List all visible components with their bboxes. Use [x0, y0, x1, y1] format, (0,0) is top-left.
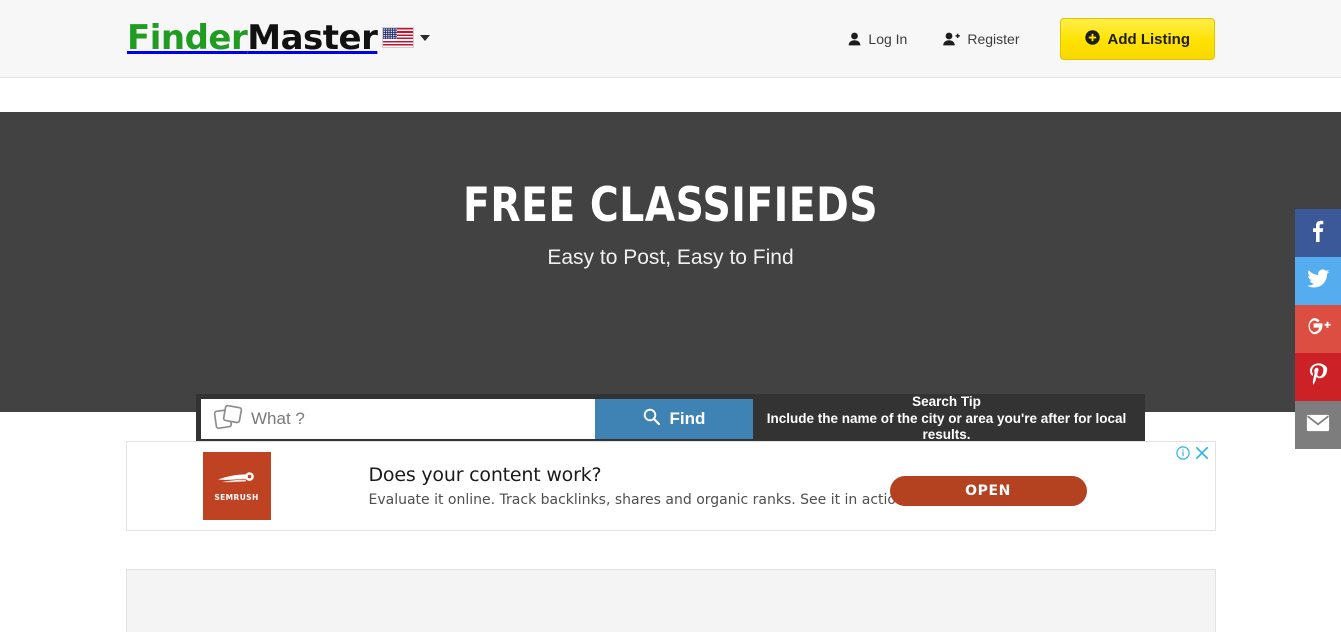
adchoices-info-icon[interactable]	[1175, 446, 1190, 465]
ad-copy: Does your content work? Evaluate it onli…	[369, 464, 911, 508]
chevron-down-icon	[420, 34, 430, 41]
add-listing-button[interactable]: Add Listing	[1059, 18, 1215, 60]
login-label: Log In	[868, 31, 908, 47]
search-bar: Find Search Tip Include the name of the …	[196, 394, 1145, 444]
google-plus-icon	[1305, 317, 1331, 341]
login-link[interactable]: Log In	[830, 31, 925, 47]
ad-open-button[interactable]: OPEN	[889, 476, 1087, 506]
twitter-icon	[1306, 269, 1330, 293]
us-flag-icon	[382, 27, 414, 48]
logo-primary-text: Finder	[127, 18, 248, 58]
user-plus-icon	[943, 32, 961, 46]
ad-description: Evaluate it online. Track backlinks, sha…	[368, 492, 911, 508]
user-icon	[848, 32, 861, 46]
envelope-icon	[1306, 414, 1330, 437]
ad-headline: Does your content work?	[368, 464, 602, 486]
search-field-container[interactable]	[201, 399, 595, 439]
add-listing-label: Add Listing	[1107, 30, 1191, 48]
cards-icon	[213, 403, 243, 435]
hero-title: FREE CLASSIFIEDS	[462, 178, 879, 233]
header-nav: Log In Register Add Listing	[830, 0, 1215, 78]
header-gap-strip	[0, 78, 1341, 112]
city-region-panel: Choose a city or region	[125, 569, 1216, 632]
register-link[interactable]: Register	[925, 31, 1037, 47]
share-twitter-button[interactable]	[1295, 257, 1341, 305]
search-input[interactable]	[251, 400, 595, 438]
pinterest-icon	[1309, 363, 1328, 391]
search-tip-text: Include the name of the city or area you…	[766, 410, 1127, 443]
share-pinterest-button[interactable]	[1295, 353, 1341, 401]
search-icon	[643, 408, 660, 430]
search-tip: Search Tip Include the name of the city …	[753, 394, 1140, 443]
facebook-icon	[1312, 220, 1324, 247]
find-button-label: Find	[669, 409, 706, 428]
share-email-button[interactable]	[1295, 401, 1341, 449]
ad-banner[interactable]: SEMRUSH Does your content work? Evaluate…	[125, 441, 1216, 531]
hero-subtitle: Easy to Post, Easy to Find	[547, 246, 794, 269]
close-icon[interactable]	[1195, 446, 1209, 465]
site-header: FinderMaster Log In Register Add Listing	[0, 0, 1341, 78]
ad-controls	[1175, 446, 1209, 465]
register-label: Register	[967, 31, 1020, 47]
language-switcher[interactable]	[382, 27, 430, 48]
logo-secondary-text: Master	[247, 18, 378, 58]
plus-circle-icon	[1084, 29, 1100, 49]
find-button[interactable]: Find	[595, 399, 753, 439]
share-facebook-button[interactable]	[1295, 209, 1341, 257]
hero-section: FREE CLASSIFIEDS Easy to Post, Easy to F…	[0, 112, 1341, 444]
share-googleplus-button[interactable]	[1295, 305, 1341, 353]
social-share-rail	[1295, 209, 1341, 449]
advertiser-name: SEMRUSH	[214, 493, 259, 502]
advertiser-logo: SEMRUSH	[202, 452, 271, 520]
semrush-swoosh-icon	[216, 470, 258, 490]
search-tip-title: Search Tip	[912, 393, 981, 409]
site-logo[interactable]: FinderMaster	[127, 18, 378, 58]
